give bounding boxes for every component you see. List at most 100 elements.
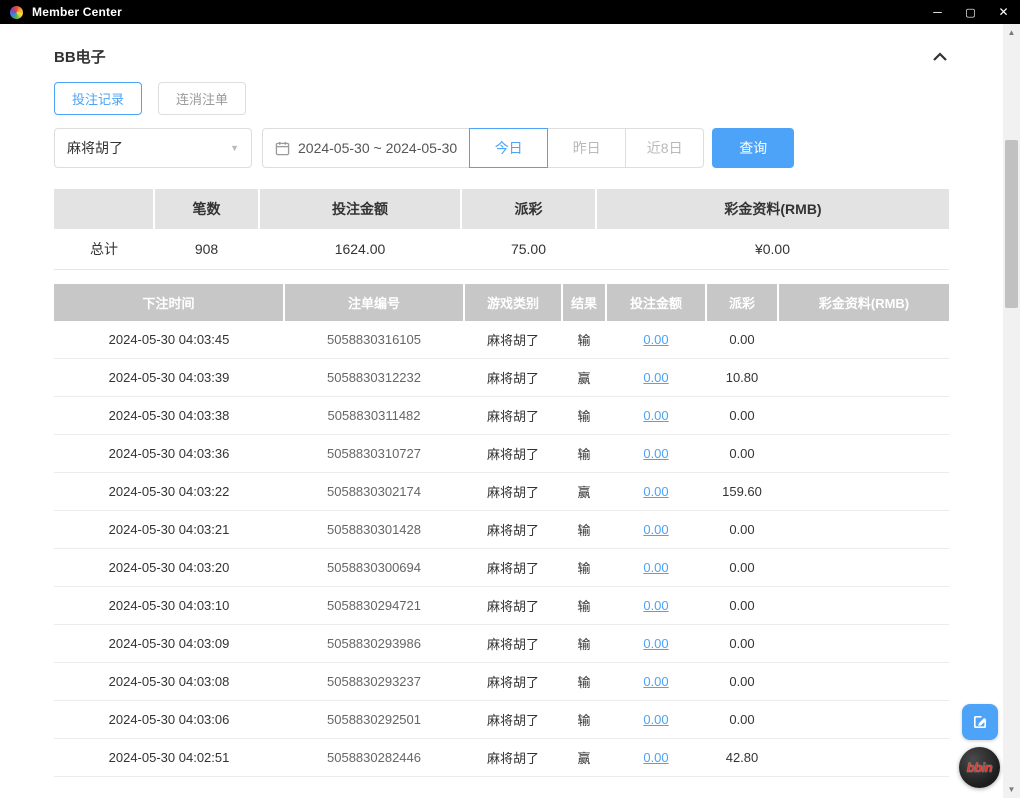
main-content: BB电子 投注记录 连消注单 麻将胡了 ▼ 2024-05-30 ~ 2024-… [0,24,1020,798]
bet-time-cell: 2024-05-30 04:03:22 [54,472,284,511]
tab-bet-records[interactable]: 投注记录 [54,82,143,115]
payout-cell: 0.00 [706,662,778,701]
window-title: Member Center [32,5,122,19]
table-row: 2024-05-30 04:03:20 5058830300694 麻将胡了输 0.0… [54,548,949,587]
record-tabs: 投注记录 连消注单 [54,82,949,115]
game-select[interactable]: 麻将胡了 ▼ [54,128,252,168]
table-row: 2024-05-30 04:03:38 5058830311482 麻将胡了输 0.0… [54,396,949,435]
result-cell: 输 [562,434,606,473]
collapse-chevron-icon[interactable] [931,50,949,64]
bet-time-cell: 2024-05-30 04:03:38 [54,396,284,435]
bet-amount-link[interactable]: 0.00 [643,484,668,499]
order-number-cell: 5058830311482 [284,396,464,435]
bonus-cell [778,662,949,701]
bet-time-cell: 2024-05-30 04:03:20 [54,548,284,587]
table-row: 2024-05-30 04:03:22 5058830302174 麻将胡了赢 0.0… [54,472,949,511]
bet-amount-link[interactable]: 0.00 [643,446,668,461]
bonus-cell [778,320,949,359]
summary-header-bonus: 彩金资料(RMB) [595,189,949,229]
records-table-body: 2024-05-30 04:03:45 5058830316105 麻将胡了输 0.0… [54,320,949,777]
order-number-cell: 5058830292501 [284,700,464,739]
game-type-cell: 麻将胡了 [464,624,562,663]
quick-filter-today[interactable]: 今日 [469,128,549,168]
table-row: 2024-05-30 04:03:36 5058830310727 麻将胡了输 0.0… [54,434,949,473]
bet-amount-cell: 0.00 [606,396,706,435]
bonus-cell [778,624,949,663]
close-button[interactable]: ✕ [987,0,1020,24]
date-range-value: 2024-05-30 ~ 2024-05-30 [298,140,458,156]
bonus-cell [778,472,949,511]
search-button[interactable]: 查询 [712,128,795,168]
scrollbar[interactable]: ▲ ▼ [1003,24,1020,798]
bet-amount-link[interactable]: 0.00 [643,636,668,651]
bet-amount-link[interactable]: 0.00 [643,712,668,727]
game-select-value: 麻将胡了 [67,140,123,156]
table-row: 2024-05-30 04:03:09 5058830293986 麻将胡了输 0.0… [54,624,949,663]
scroll-up-button[interactable]: ▲ [1003,24,1020,41]
result-cell: 输 [562,624,606,663]
bonus-cell [778,434,949,473]
scrollbar-thumb[interactable] [1005,140,1018,308]
payout-cell: 0.00 [706,510,778,549]
bet-time-cell: 2024-05-30 04:03:36 [54,434,284,473]
summary-total-bonus: ¥0.00 [596,229,949,270]
bet-amount-link[interactable]: 0.00 [643,332,668,347]
bonus-cell [778,358,949,397]
game-type-cell: 麻将胡了 [464,472,562,511]
game-type-cell: 麻将胡了 [464,510,562,549]
bonus-cell [778,700,949,739]
quick-filter-yesterday[interactable]: 昨日 [547,128,627,168]
game-type-cell: 麻将胡了 [464,320,562,359]
result-cell: 赢 [562,472,606,511]
date-range-input[interactable]: 2024-05-30 ~ 2024-05-30 [262,128,471,168]
quick-filter-last8days[interactable]: 近8日 [625,128,705,168]
bet-amount-link[interactable]: 0.00 [643,674,668,689]
bet-amount-cell: 0.00 [606,548,706,587]
bet-amount-link[interactable]: 0.00 [643,560,668,575]
game-type-cell: 麻将胡了 [464,586,562,625]
summary-header-blank [54,189,154,229]
feedback-edit-button[interactable] [962,704,998,740]
bet-time-cell: 2024-05-30 04:03:09 [54,624,284,663]
bonus-cell [778,548,949,587]
summary-header-row: 笔数 投注金额 派彩 彩金资料(RMB) [54,189,949,229]
bet-amount-link[interactable]: 0.00 [643,598,668,613]
game-type-cell: 麻将胡了 [464,738,562,777]
filter-bar: 麻将胡了 ▼ 2024-05-30 ~ 2024-05-30 今日 昨日 近8日… [54,128,949,168]
result-cell: 输 [562,662,606,701]
bet-amount-link[interactable]: 0.00 [643,522,668,537]
bet-amount-link[interactable]: 0.00 [643,750,668,765]
header-result: 结果 [561,283,606,321]
summary-header-payout: 派彩 [460,189,596,229]
table-row: 2024-05-30 04:03:39 5058830312232 麻将胡了赢 0.0… [54,358,949,397]
header-order-number: 注单编号 [283,283,464,321]
summary-header-bet-amount: 投注金额 [258,189,461,229]
bonus-cell [778,738,949,777]
bet-amount-link[interactable]: 0.00 [643,408,668,423]
summary-header-count: 笔数 [153,189,259,229]
summary-table: 笔数 投注金额 派彩 彩金资料(RMB) 总计 908 1624.00 75.0… [54,189,949,270]
bet-amount-cell: 0.00 [606,586,706,625]
payout-cell: 0.00 [706,700,778,739]
payout-cell: 42.80 [706,738,778,777]
table-row: 2024-05-30 04:03:10 5058830294721 麻将胡了输 0.0… [54,586,949,625]
order-number-cell: 5058830301428 [284,510,464,549]
table-row: 2024-05-30 04:03:21 5058830301428 麻将胡了输 0.0… [54,510,949,549]
game-type-cell: 麻将胡了 [464,396,562,435]
header-bet-amount: 投注金额 [605,283,706,321]
bet-time-cell: 2024-05-30 04:03:45 [54,320,284,359]
tab-cancelled-orders[interactable]: 连消注单 [158,82,247,115]
summary-total-count: 908 [154,229,259,270]
payout-cell: 0.00 [706,586,778,625]
bbin-logo-button[interactable]: bbin [959,747,1000,788]
bet-amount-cell: 0.00 [606,700,706,739]
maximize-button[interactable]: ▢ [954,0,987,24]
scroll-down-button[interactable]: ▼ [1003,781,1020,798]
bet-amount-link[interactable]: 0.00 [643,370,668,385]
minimize-button[interactable]: ─ [921,0,954,24]
result-cell: 输 [562,510,606,549]
bet-amount-cell: 0.00 [606,434,706,473]
result-cell: 输 [562,548,606,587]
bbin-logo-text: bbin [966,760,993,775]
app-logo-icon [10,5,23,19]
